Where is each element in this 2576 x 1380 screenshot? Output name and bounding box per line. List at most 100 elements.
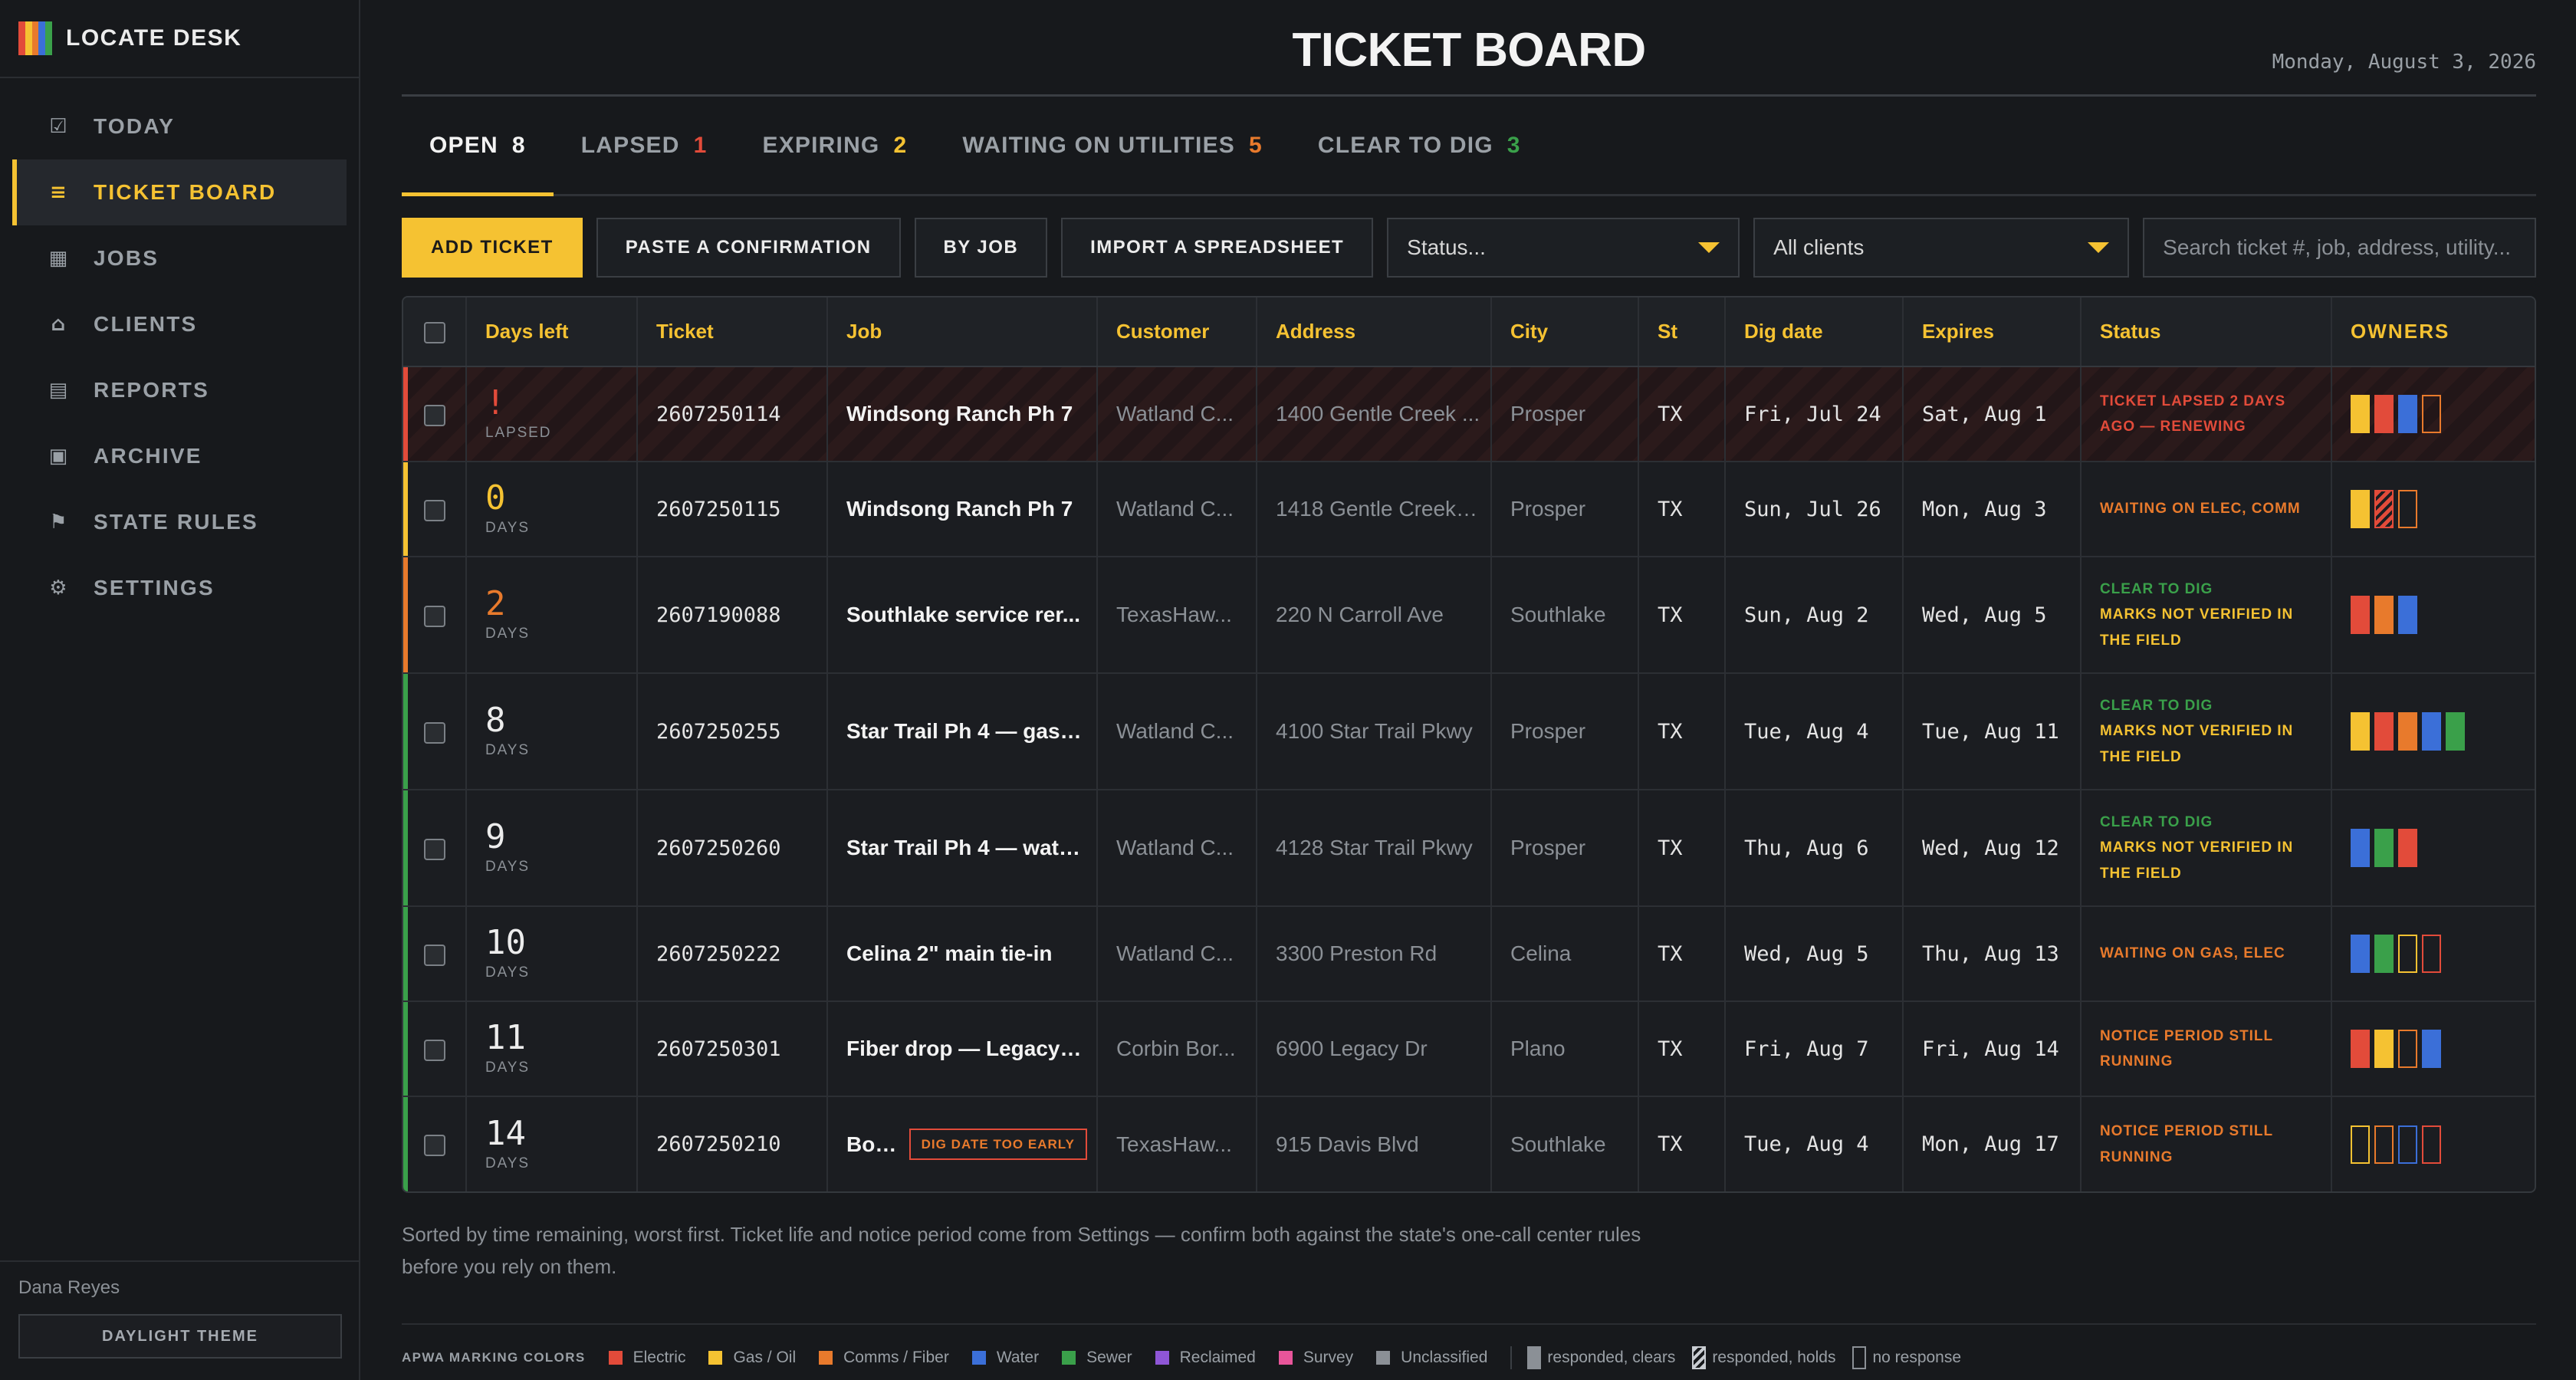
owner-swatch[interactable] — [2422, 712, 2441, 751]
ticket-number[interactable]: 2607250222 — [637, 906, 828, 1002]
add-ticket-button[interactable]: ADD TICKET — [402, 218, 583, 278]
ticket-number[interactable]: 2607250210 — [637, 1096, 828, 1191]
owner-swatch[interactable] — [2351, 1030, 2370, 1068]
owner-swatch[interactable] — [2374, 490, 2394, 528]
column-header[interactable]: Job — [827, 297, 1098, 367]
address-cell: 3300 Preston Rd — [1257, 906, 1492, 1002]
column-header[interactable]: Dig date — [1725, 297, 1904, 367]
tab-open[interactable]: OPEN 8 — [402, 97, 554, 196]
row-checkbox[interactable] — [423, 605, 445, 627]
row-checkbox[interactable] — [423, 944, 445, 966]
column-header[interactable]: Ticket — [637, 297, 828, 367]
import-spreadsheet-button[interactable]: IMPORT A SPREADSHEET — [1061, 218, 1374, 278]
column-header[interactable]: Customer — [1097, 297, 1257, 367]
owner-swatch[interactable] — [2422, 1125, 2441, 1164]
tab-label: LAPSED — [580, 132, 680, 158]
owner-swatch[interactable] — [2351, 1125, 2370, 1164]
table-row[interactable]: 8 DAYS 2607250255 Star Trail Ph 4 — gas l..… — [403, 673, 2535, 790]
owner-swatch[interactable] — [2374, 1030, 2394, 1068]
table-row[interactable]: 2 DAYS 2607190088 Southlake service rer... T… — [403, 557, 2535, 674]
tab-expiring[interactable]: EXPIRING 2 — [735, 97, 935, 194]
owner-swatch[interactable] — [2398, 829, 2417, 867]
theme-toggle-button[interactable]: DAYLIGHT THEME — [18, 1314, 342, 1359]
sidebar-item-clients[interactable]: ⌂ CLIENTS — [12, 291, 347, 357]
owner-swatch[interactable] — [2398, 935, 2417, 973]
owner-swatch[interactable] — [2398, 596, 2417, 634]
owner-swatch[interactable] — [2446, 712, 2465, 751]
job-cell[interactable]: Star Trail Ph 4 — gas l... — [827, 673, 1098, 790]
table-row[interactable]: 9 DAYS 2607250260 Star Trail Ph 4 — wate...… — [403, 790, 2535, 907]
owner-swatch[interactable] — [2398, 1030, 2417, 1068]
job-cell[interactable]: Windsong Ranch Ph 7 — [827, 462, 1098, 557]
row-checkbox[interactable] — [423, 1135, 445, 1157]
column-header[interactable]: Address — [1257, 297, 1492, 367]
table-row[interactable]: 0 DAYS 2607250115 Windsong Ranch Ph 7 Watlan… — [403, 462, 2535, 557]
ticket-number[interactable]: 2607190088 — [637, 557, 828, 674]
brand[interactable]: LOCATE DESK — [0, 0, 359, 78]
ticket-number[interactable]: 2607250260 — [637, 790, 828, 907]
sidebar-item-state-rules[interactable]: ⚑ STATE RULES — [12, 489, 347, 555]
owner-swatch[interactable] — [2374, 829, 2394, 867]
tab-lapsed[interactable]: LAPSED 1 — [554, 97, 735, 194]
owner-swatch[interactable] — [2422, 935, 2441, 973]
ticket-number[interactable]: 2607250114 — [637, 366, 828, 462]
sidebar-item-settings[interactable]: ⚙ SETTINGS — [12, 555, 347, 621]
status-line: MARKS NOT VERIFIED IN THE FIELD — [2100, 606, 2294, 649]
owner-swatch[interactable] — [2351, 490, 2370, 528]
owner-swatch[interactable] — [2398, 395, 2417, 433]
ticket-number[interactable]: 2607250301 — [637, 1001, 828, 1097]
row-checkbox[interactable] — [423, 1039, 445, 1061]
owner-swatch[interactable] — [2374, 935, 2394, 973]
tab-waiting-on-utilities[interactable]: WAITING ON UTILITIES 5 — [935, 97, 1290, 194]
status-select[interactable]: Status... — [1387, 218, 1740, 278]
owner-swatch[interactable] — [2351, 596, 2370, 634]
owner-swatch[interactable] — [2422, 1030, 2441, 1068]
select-all-checkbox[interactable] — [423, 322, 445, 344]
tab-clear-to-dig[interactable]: CLEAR TO DIG 3 — [1290, 97, 1549, 194]
owner-swatch[interactable] — [2374, 712, 2394, 751]
owner-swatch[interactable] — [2374, 596, 2394, 634]
owner-swatch[interactable] — [2351, 395, 2370, 433]
job-cell[interactable]: Celina 2" main tie-in — [827, 906, 1098, 1002]
job-cell[interactable]: Star Trail Ph 4 — wate... — [827, 790, 1098, 907]
by-job-button[interactable]: BY JOB — [914, 218, 1048, 278]
table-row[interactable]: 10 DAYS 2607250222 Celina 2" main tie-in Wat… — [403, 906, 2535, 1002]
column-header[interactable]: Status — [2081, 297, 2332, 367]
owner-swatch[interactable] — [2398, 712, 2417, 751]
table-row[interactable]: 14 DAYS 2607250210 Bore un... DIG DATE TOO E… — [403, 1096, 2535, 1191]
column-header[interactable]: OWNERS — [2331, 297, 2535, 367]
sidebar-item-today[interactable]: ☑ TODAY — [12, 94, 347, 159]
table-row[interactable]: 11 DAYS 2607250301 Fiber drop — Legacy Dr Co… — [403, 1001, 2535, 1097]
column-header[interactable]: Days left — [466, 297, 638, 367]
column-header[interactable]: City — [1491, 297, 1639, 367]
owner-swatch[interactable] — [2351, 829, 2370, 867]
column-header[interactable]: Expires — [1903, 297, 2082, 367]
owner-swatch[interactable] — [2351, 935, 2370, 973]
job-cell[interactable]: Fiber drop — Legacy Dr — [827, 1001, 1098, 1097]
sidebar-item-reports[interactable]: ▤ REPORTS — [12, 357, 347, 423]
row-checkbox[interactable] — [423, 404, 445, 426]
paste-confirmation-button[interactable]: PASTE A CONFIRMATION — [596, 218, 901, 278]
search-input[interactable] — [2143, 218, 2536, 278]
job-cell[interactable]: Windsong Ranch Ph 7 — [827, 366, 1098, 462]
table-row[interactable]: ! LAPSED 2607250114 Windsong Ranch Ph 7 Watl… — [403, 366, 2535, 462]
owner-swatch[interactable] — [2422, 395, 2441, 433]
client-select[interactable]: All clients — [1753, 218, 2130, 278]
job-cell[interactable]: Bore un... DIG DATE TOO EARLY — [827, 1096, 1098, 1191]
sidebar-item-jobs[interactable]: ▦ JOBS — [12, 225, 347, 291]
row-checkbox[interactable] — [423, 721, 445, 744]
owner-swatch[interactable] — [2374, 395, 2394, 433]
legend-item: Reclaimed — [1155, 1349, 1256, 1367]
owner-swatch[interactable] — [2398, 1125, 2417, 1164]
owner-swatch[interactable] — [2351, 712, 2370, 751]
job-cell[interactable]: Southlake service rer... — [827, 557, 1098, 674]
owner-swatch[interactable] — [2374, 1125, 2394, 1164]
column-header[interactable]: St — [1638, 297, 1726, 367]
row-checkbox[interactable] — [423, 499, 445, 521]
sidebar-item-archive[interactable]: ▣ ARCHIVE — [12, 423, 347, 489]
owner-swatch[interactable] — [2398, 490, 2417, 528]
sidebar-item-ticket-board[interactable]: ≡ TICKET BOARD — [12, 159, 347, 225]
row-checkbox[interactable] — [423, 838, 445, 860]
ticket-number[interactable]: 2607250255 — [637, 673, 828, 790]
ticket-number[interactable]: 2607250115 — [637, 462, 828, 557]
